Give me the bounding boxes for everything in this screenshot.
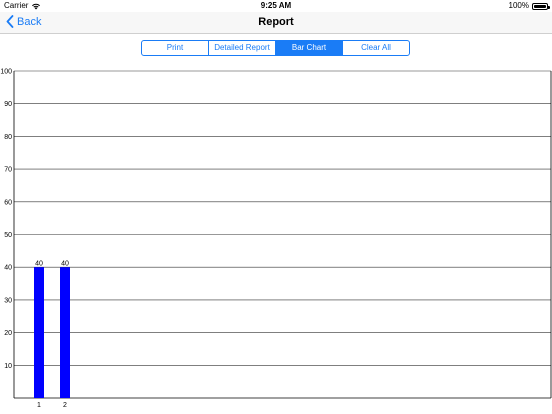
y-tick-label: 70	[4, 167, 12, 174]
y-tick-label: 50	[4, 232, 12, 239]
bar-data-label: 40	[35, 261, 43, 268]
y-tick-label: 30	[4, 297, 12, 304]
y-tick-label: 60	[4, 199, 12, 206]
x-tick-label: 1	[37, 402, 41, 409]
y-tick-label: 100	[0, 69, 12, 76]
y-tick-label: 90	[4, 101, 12, 108]
bar-chart: 10 20 30 40 50 60 70 80 90 100 40 1 40 2	[0, 69, 552, 409]
y-tick-label: 20	[4, 330, 12, 337]
bar	[34, 267, 44, 398]
y-tick-label: 10	[4, 363, 12, 370]
x-tick-label: 2	[63, 402, 67, 409]
bar	[60, 267, 70, 398]
y-tick-label: 80	[4, 134, 12, 141]
y-tick-label: 40	[4, 265, 12, 272]
bar-data-label: 40	[61, 261, 69, 268]
